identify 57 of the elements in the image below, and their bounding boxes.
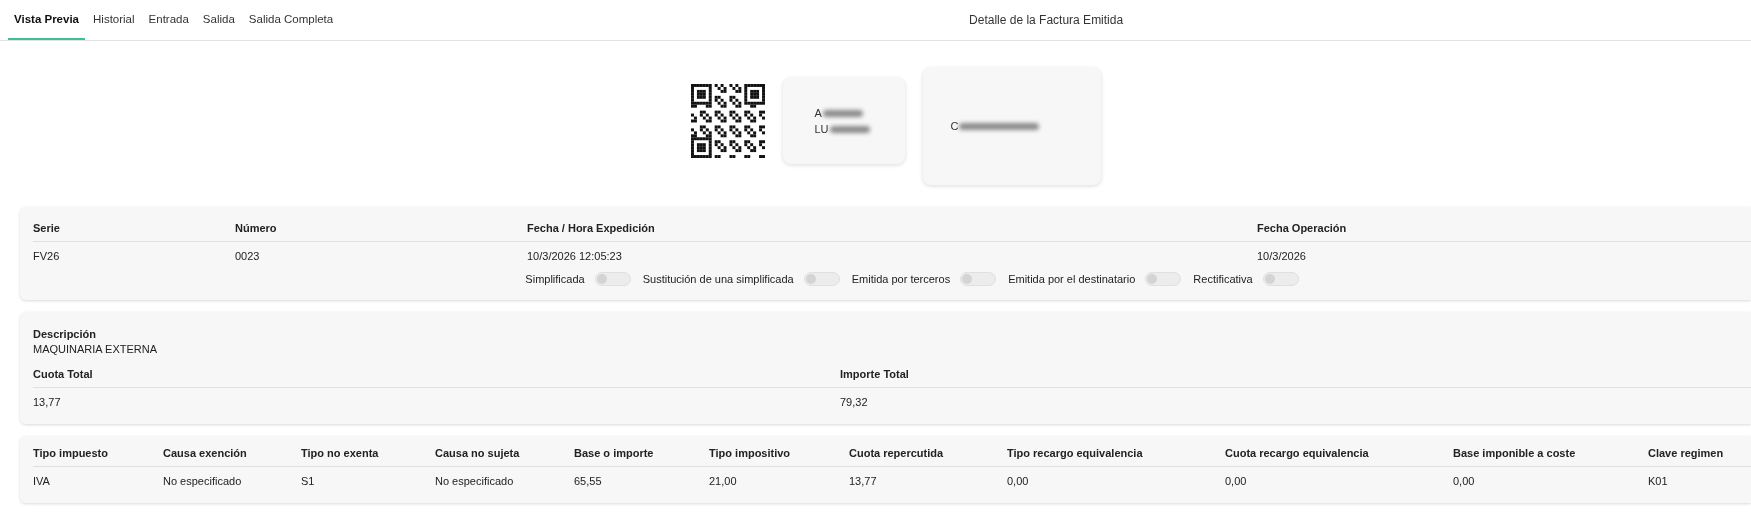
column-header: Cuota recargo equivalencia xyxy=(1225,447,1370,459)
toggle-switch[interactable] xyxy=(1145,272,1182,286)
table-cell-text: 10/3/2026 12:05:23 xyxy=(527,250,623,262)
table-cell-text: 0023 xyxy=(235,250,261,262)
column-header: Serie xyxy=(33,222,61,234)
toggle-label: Sustitución de una simplificada xyxy=(642,273,794,285)
column-header: Causa no sujeta xyxy=(435,447,521,459)
redaction-mark xyxy=(829,125,870,133)
tab[interactable]: Salida xyxy=(196,0,241,40)
card-text: A xyxy=(814,107,822,119)
column-header: Causa exención xyxy=(163,447,248,459)
column-header: Base imponible a coste xyxy=(1453,447,1577,459)
table-cell-text: 0,00 xyxy=(1007,475,1030,487)
table-cell-text: 21,00 xyxy=(709,475,738,487)
page-title: Detalle de la Factura Emitida xyxy=(969,13,1124,27)
table-cell-text: 65,55 xyxy=(574,475,603,487)
column-header: Importe Total xyxy=(840,368,910,380)
toggle-label: Simplificada xyxy=(525,273,585,285)
column-header: Tipo impositivo xyxy=(709,447,792,459)
field-value: MAQUINARIA EXTERNA xyxy=(33,342,159,357)
table-cell-text: S1 xyxy=(301,475,316,487)
card-text: C xyxy=(950,120,959,132)
toggle-label: Emitida por el destinatario xyxy=(1008,273,1136,285)
table-cell-text: IVA xyxy=(33,475,51,487)
column-header: Tipo recargo equivalencia xyxy=(1007,447,1144,459)
table-cell-text: 10/3/2026 xyxy=(1257,250,1307,262)
card-text: LU xyxy=(814,123,829,135)
table-cell-text: 0,00 xyxy=(1453,475,1476,487)
toggle-label: Emitida por terceros xyxy=(851,273,951,285)
column-header: Fecha Operación xyxy=(1257,222,1348,234)
toggle-switch[interactable] xyxy=(1262,272,1299,286)
table-cell-text: No especificado xyxy=(435,475,515,487)
table-cell-text: 13,77 xyxy=(849,475,878,487)
toggle-switch[interactable] xyxy=(594,272,631,286)
table-cell-text: 79,32 xyxy=(840,396,869,408)
column-header: Cuota Total xyxy=(33,368,94,380)
table-cell-text: 13,77 xyxy=(33,396,62,408)
table-cell-text: No especificado xyxy=(163,475,243,487)
tab[interactable]: Entrada xyxy=(142,0,195,40)
table-cell-text: K01 xyxy=(1648,475,1669,487)
column-header: Tipo no exenta xyxy=(301,447,380,459)
column-header: Número xyxy=(235,222,278,234)
toggle-switch[interactable] xyxy=(960,272,997,286)
tab[interactable]: Salida Completa xyxy=(242,0,340,40)
toggle-switch[interactable] xyxy=(803,272,840,286)
column-header: Clave regimen xyxy=(1648,447,1725,459)
tab[interactable]: Historial xyxy=(87,0,141,40)
table-cell-text: FV26 xyxy=(33,250,61,262)
column-header: Base o importe xyxy=(574,447,655,459)
column-header: Fecha / Hora Expedición xyxy=(527,222,656,234)
column-header: Tipo impuesto xyxy=(33,447,109,459)
field-label: Descripción xyxy=(33,327,97,340)
toggle-label: Rectificativa xyxy=(1193,273,1253,285)
table-cell-text: 0,00 xyxy=(1225,475,1248,487)
redaction-mark xyxy=(822,109,863,117)
tab[interactable]: Vista Previa xyxy=(8,0,85,40)
column-header: Cuota repercutida xyxy=(849,447,945,459)
